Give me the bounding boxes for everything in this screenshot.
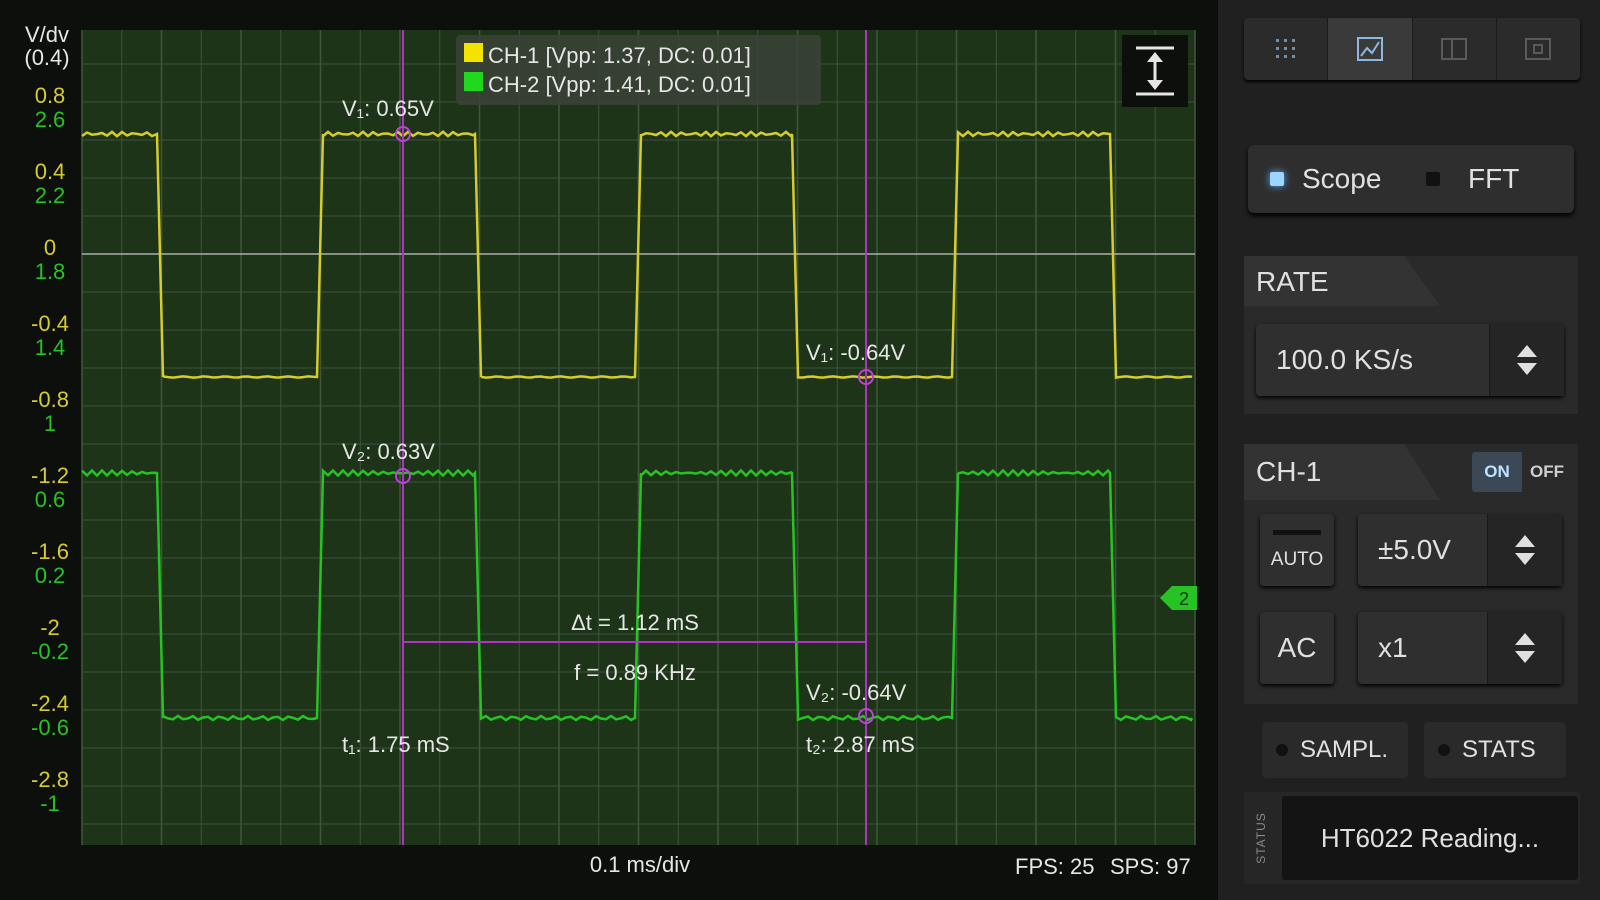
ch1-y-tick: 0.8 xyxy=(35,83,66,108)
ch1-y-tick: -2.8 xyxy=(31,767,69,792)
single-view-icon xyxy=(1525,38,1552,60)
cursor-label-v2b: V₂: -0.64V xyxy=(806,680,907,705)
stats-led-icon xyxy=(1438,744,1450,756)
scope-led-icon xyxy=(1270,172,1284,186)
oscilloscope-display[interactable]: V/dv (0.4) 0.8 2.6 0.4 2.2 0 1.8 -0.4 1.4 -0.8 1 -… xyxy=(0,0,1218,900)
fft-mode-label: FFT xyxy=(1468,163,1520,194)
sps-label: SPS: 97 xyxy=(1110,854,1191,879)
cursor-label-t2: t₂: 2.87 mS xyxy=(806,732,915,757)
auto-label: AUTO xyxy=(1270,548,1324,570)
cursor-label-t1: t₁: 1.75 mS xyxy=(342,732,450,757)
ch1-auto-button[interactable]: AUTO xyxy=(1260,514,1334,586)
view-tabs xyxy=(1244,18,1580,80)
ch2-marker-label: 2 xyxy=(1179,589,1189,609)
sampl-button[interactable]: SAMPL. xyxy=(1262,722,1408,778)
ch1-title: CH-1 xyxy=(1256,456,1322,487)
ch2-y-tick: -1 xyxy=(40,791,60,816)
ch1-legend-text: CH-1 [Vpp: 1.37, DC: 0.01] xyxy=(488,43,751,68)
yaxis-title: V/dv xyxy=(25,22,69,47)
ch1-on-option[interactable]: ON xyxy=(1472,452,1522,492)
ch2-y-tick: 0.2 xyxy=(35,563,66,588)
ch1-y-tick: -0.4 xyxy=(31,311,69,336)
ch1-coupling-button[interactable]: AC xyxy=(1260,612,1334,684)
fft-led-icon xyxy=(1426,172,1440,186)
grid-dots-icon xyxy=(1275,39,1295,58)
auto-indicator xyxy=(1273,529,1321,535)
tab-grid-view[interactable] xyxy=(1244,18,1329,80)
control-panel: Scope FFT RATE 100.0 KS/s CH-1 ON OFF AU… xyxy=(1218,0,1600,900)
mode-selector: Scope FFT xyxy=(1248,145,1574,213)
cursor-label-v1a: V₁: 0.65V xyxy=(342,96,434,121)
ch1-y-tick: -2.4 xyxy=(31,691,69,716)
ch1-range-value: ±5.0V xyxy=(1378,534,1451,565)
stats-label: STATS xyxy=(1462,736,1536,763)
rate-value: 100.0 KS/s xyxy=(1276,344,1413,375)
tab-split-view[interactable] xyxy=(1413,18,1497,80)
ch1-section: CH-1 ON OFF AUTO ±5.0V AC x1 xyxy=(1244,444,1578,704)
status-area: STATUS HT6022 Reading... xyxy=(1244,792,1580,884)
ch1-range-spinner[interactable] xyxy=(1487,514,1562,586)
ch1-y-tick: 0 xyxy=(44,235,56,260)
ch2-y-tick: 2.2 xyxy=(35,183,66,208)
rate-spinner[interactable] xyxy=(1489,324,1564,396)
yaxis-scale: (0.4) xyxy=(24,45,69,70)
status-tag: STATUS xyxy=(1244,792,1278,884)
ch1-probe-value: x1 xyxy=(1378,632,1408,663)
ch2-legend-text: CH-2 [Vpp: 1.41, DC: 0.01] xyxy=(488,72,751,97)
ch1-off-option[interactable]: OFF xyxy=(1522,452,1572,492)
ch2-y-tick: -0.2 xyxy=(31,639,69,664)
timebase-label: 0.1 ms/div xyxy=(590,852,690,877)
ch1-y-tick: -1.6 xyxy=(31,539,69,564)
cursor-label-v1b: V₁: -0.64V xyxy=(806,340,905,365)
rate-dropdown[interactable]: 100.0 KS/s xyxy=(1256,324,1564,396)
ch1-y-tick: -0.8 xyxy=(31,387,69,412)
ch1-y-tick: -2 xyxy=(40,615,60,640)
stats-button[interactable]: STATS xyxy=(1424,722,1566,778)
scope-mode-option[interactable]: Scope xyxy=(1248,163,1418,195)
ch2-y-tick: 1 xyxy=(44,411,56,436)
fps-label: FPS: 25 xyxy=(1015,854,1094,879)
status-text: HT6022 Reading... xyxy=(1282,796,1578,880)
status-tag-label: STATUS xyxy=(1254,812,1268,864)
ch1-on-off-toggle[interactable]: ON OFF xyxy=(1472,452,1572,492)
up-down-arrows-icon xyxy=(1517,345,1537,375)
rate-section: RATE 100.0 KS/s xyxy=(1244,256,1578,414)
fft-mode-option[interactable]: FFT xyxy=(1418,163,1519,195)
up-down-arrows-icon xyxy=(1515,535,1535,565)
cursor-label-v2a: V₂: 0.63V xyxy=(342,439,435,464)
frequency-label: f = 0.89 KHz xyxy=(574,660,696,685)
ch2-y-tick: 2.6 xyxy=(35,107,66,132)
ch2-y-tick: 0.6 xyxy=(35,487,66,512)
tab-single-view[interactable] xyxy=(1497,18,1580,80)
ch1-range-dropdown[interactable]: ±5.0V xyxy=(1358,514,1562,586)
sampl-led-icon xyxy=(1276,744,1288,756)
tab-chart-view[interactable] xyxy=(1328,18,1413,80)
ch1-y-tick: -1.2 xyxy=(31,463,69,488)
split-view-icon xyxy=(1441,38,1468,60)
scope-mode-label: Scope xyxy=(1302,163,1382,194)
sampl-label: SAMPL. xyxy=(1300,736,1389,763)
ch2-y-tick: 1.4 xyxy=(35,335,66,360)
up-down-arrows-icon xyxy=(1515,633,1535,663)
ch2-legend-swatch xyxy=(464,72,483,91)
ch1-probe-dropdown[interactable]: x1 xyxy=(1358,612,1562,684)
delta-t-label: Δt = 1.12 mS xyxy=(571,610,699,635)
ch2-y-tick: -0.6 xyxy=(31,715,69,740)
ch1-legend-swatch xyxy=(464,43,483,62)
vertical-expand-icon[interactable] xyxy=(1122,35,1188,107)
rate-title: RATE xyxy=(1256,266,1329,297)
ch1-probe-spinner[interactable] xyxy=(1487,612,1562,684)
chart-image-icon xyxy=(1356,37,1383,61)
ch2-y-tick: 1.8 xyxy=(35,259,66,284)
ch1-y-tick: 0.4 xyxy=(35,159,66,184)
